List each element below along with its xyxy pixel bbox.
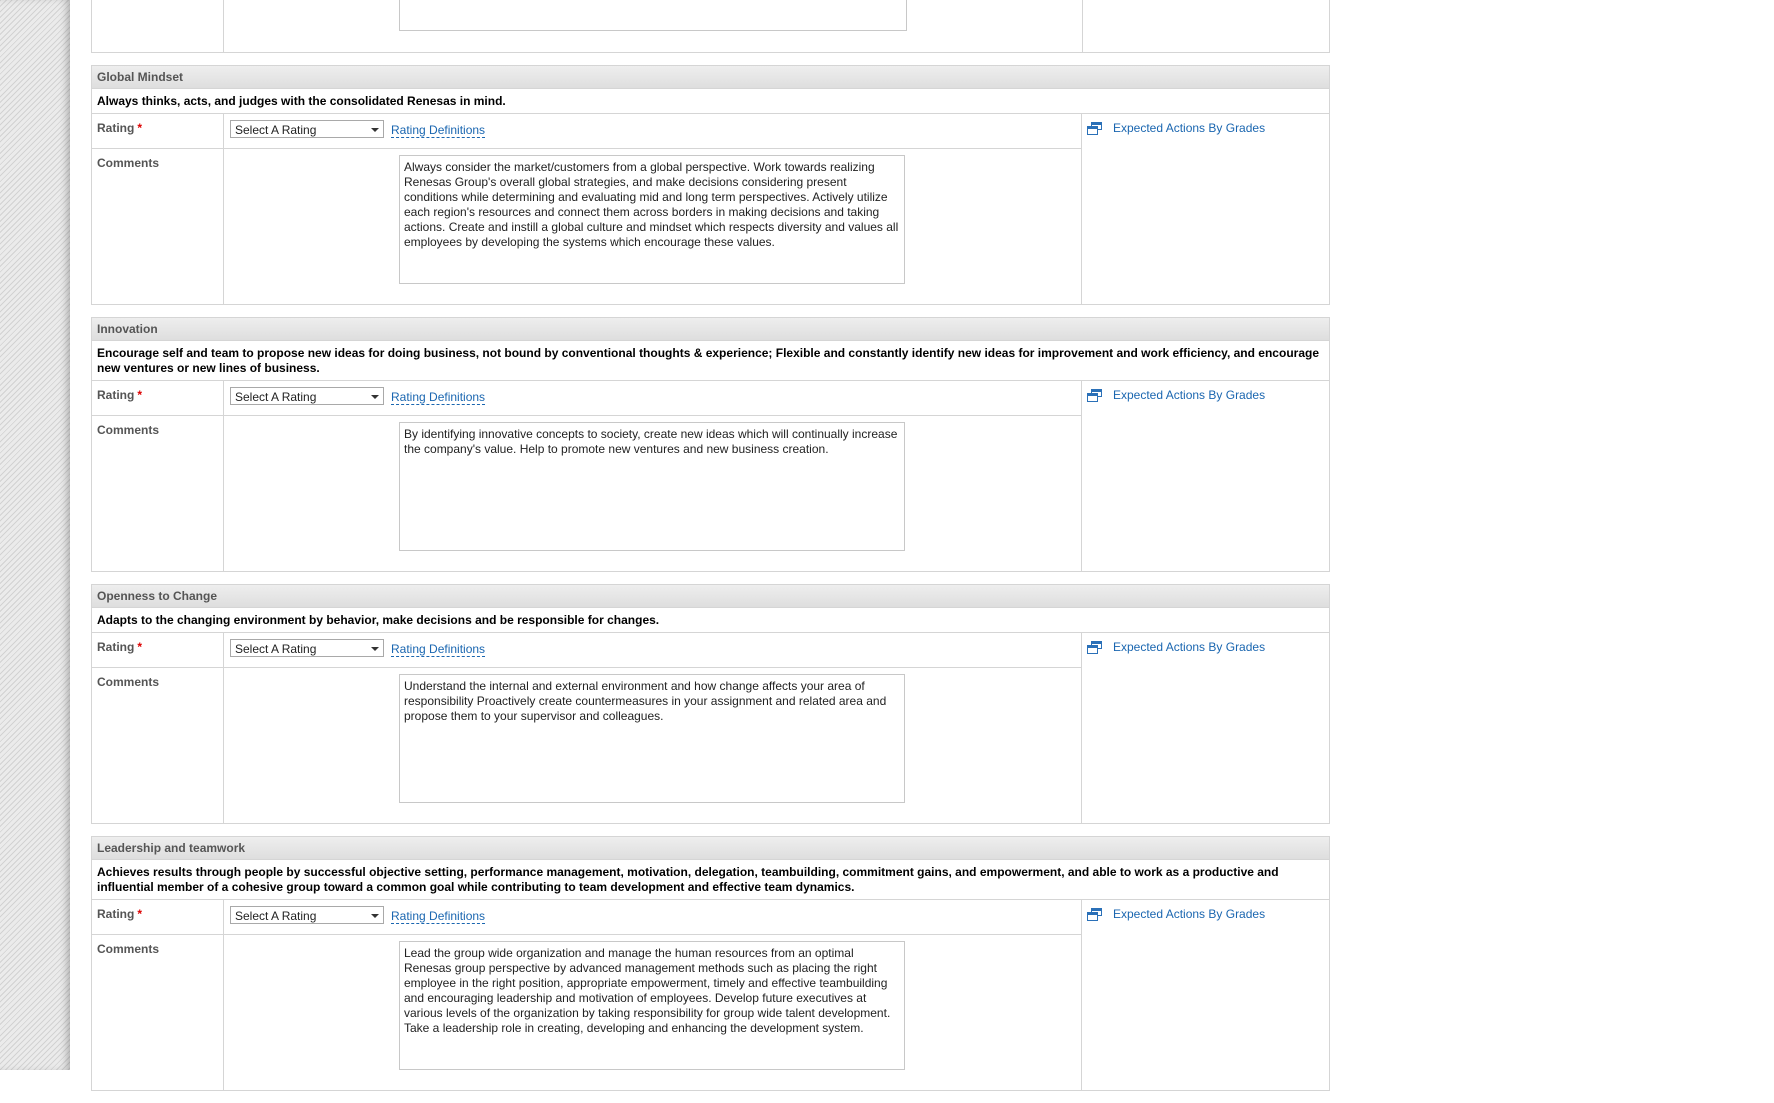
rating-select[interactable]: Select A Rating bbox=[230, 387, 384, 405]
comments-label: Comments bbox=[92, 668, 224, 823]
rating-row: Rating * Select A Rating Rating Definitio… bbox=[92, 633, 1081, 668]
expected-actions-link[interactable]: Expected Actions By Grades bbox=[1113, 640, 1265, 654]
rating-select[interactable]: Select A Rating bbox=[230, 906, 384, 924]
dropdown-arrow-icon bbox=[371, 128, 379, 132]
rating-label: Rating bbox=[97, 121, 135, 135]
competency-form: Global Mindset Always thinks, acts, and … bbox=[91, 0, 1330, 1103]
comments-textarea[interactable]: By identifying innovative concepts to so… bbox=[399, 422, 905, 551]
comments-textarea[interactable]: Always consider the market/customers fro… bbox=[399, 155, 905, 284]
competency-section-innovation: Innovation Encourage self and team to pr… bbox=[91, 317, 1330, 572]
competency-title: Innovation bbox=[92, 318, 1329, 341]
comments-label: Comments bbox=[92, 149, 224, 304]
competency-title: Leadership and teamwork bbox=[92, 837, 1329, 860]
expected-actions-link[interactable]: Expected Actions By Grades bbox=[1113, 121, 1265, 135]
comments-label: Comments bbox=[92, 935, 224, 1090]
comments-textarea[interactable]: Lead the group wide organization and man… bbox=[399, 941, 905, 1070]
rating-select[interactable]: Select A Rating bbox=[230, 639, 384, 657]
comments-row: Comments Lead the group wide organizatio… bbox=[92, 935, 1081, 1090]
popup-window-icon[interactable] bbox=[1087, 121, 1103, 135]
rating-select[interactable]: Select A Rating bbox=[230, 120, 384, 138]
rating-row: Rating * Select A Rating Rating Definitio… bbox=[92, 381, 1081, 416]
competency-description: Encourage self and team to propose new i… bbox=[92, 341, 1329, 381]
competency-description: Achieves results through people by succe… bbox=[92, 860, 1329, 900]
rating-label: Rating bbox=[97, 640, 135, 654]
competency-section-global-mindset: Global Mindset Always thinks, acts, and … bbox=[91, 65, 1330, 305]
competency-title: Global Mindset bbox=[92, 66, 1329, 89]
competency-section-openness-to-change: Openness to Change Adapts to the changin… bbox=[91, 584, 1330, 824]
popup-window-icon[interactable] bbox=[1087, 907, 1103, 921]
previous-section-tail bbox=[91, 0, 1330, 53]
dropdown-arrow-icon bbox=[371, 914, 379, 918]
comments-row: Comments Always consider the market/cust… bbox=[92, 149, 1081, 304]
dropdown-arrow-icon bbox=[371, 395, 379, 399]
rating-definitions-link[interactable]: Rating Definitions bbox=[391, 910, 486, 924]
comments-row: Comments Understand the internal and ext… bbox=[92, 668, 1081, 823]
rating-label: Rating bbox=[97, 388, 135, 402]
popup-window-icon[interactable] bbox=[1087, 388, 1103, 402]
rating-row: Rating * Select A Rating Rating Definitio… bbox=[92, 900, 1081, 935]
rating-label: Rating bbox=[97, 907, 135, 921]
rating-row: Rating * Select A Rating Rating Definitio… bbox=[92, 114, 1081, 149]
comments-row: Comments By identifying innovative conce… bbox=[92, 416, 1081, 571]
rating-definitions-link[interactable]: Rating Definitions bbox=[391, 643, 486, 657]
rating-definitions-link[interactable]: Rating Definitions bbox=[391, 391, 486, 405]
previous-comments-textarea[interactable] bbox=[399, 0, 907, 31]
popup-window-icon[interactable] bbox=[1087, 640, 1103, 654]
competency-section-leadership-and-teamwork: Leadership and teamwork Achieves results… bbox=[91, 836, 1330, 1091]
required-mark: * bbox=[137, 640, 143, 654]
required-mark: * bbox=[137, 388, 143, 402]
comments-textarea[interactable]: Understand the internal and external env… bbox=[399, 674, 905, 803]
comments-label: Comments bbox=[92, 416, 224, 571]
dropdown-arrow-icon bbox=[371, 647, 379, 651]
rating-definitions-link[interactable]: Rating Definitions bbox=[391, 124, 486, 138]
expected-actions-link[interactable]: Expected Actions By Grades bbox=[1113, 907, 1265, 921]
required-mark: * bbox=[137, 907, 143, 921]
competency-title: Openness to Change bbox=[92, 585, 1329, 608]
required-mark: * bbox=[137, 121, 143, 135]
left-background-stripe bbox=[0, 0, 70, 1070]
competency-description: Always thinks, acts, and judges with the… bbox=[92, 89, 1329, 114]
competency-description: Adapts to the changing environment by be… bbox=[92, 608, 1329, 633]
expected-actions-link[interactable]: Expected Actions By Grades bbox=[1113, 388, 1265, 402]
